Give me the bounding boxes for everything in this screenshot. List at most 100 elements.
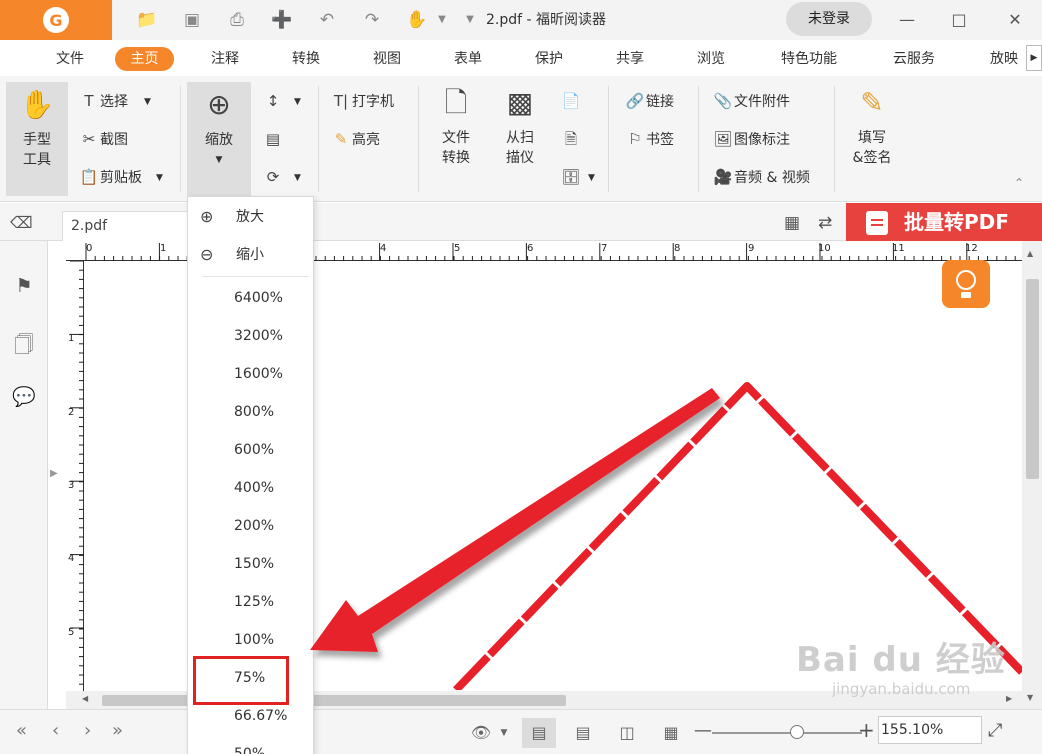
hand-cursor-icon[interactable]: ✋ <box>405 8 429 32</box>
fit-page-dropdown-icon[interactable]: ▼ <box>294 90 301 114</box>
menu-browse[interactable]: 浏览 <box>691 47 731 71</box>
file-attachment-button[interactable]: 📎 文件附件 <box>712 89 790 113</box>
combine-dropdown-icon[interactable]: ▼ <box>588 166 595 190</box>
zoom-option[interactable]: 50% <box>234 735 265 754</box>
zoom-button[interactable]: ⊕ 缩放 ▼ <box>187 88 251 170</box>
zoom-out-minus-icon[interactable]: — <box>694 720 712 741</box>
close-icon[interactable]: ✕ <box>1001 6 1029 34</box>
zoom-option[interactable]: 600% <box>234 431 274 469</box>
previous-page-icon[interactable]: ‹ <box>52 720 59 741</box>
screenshot-button[interactable]: ✂ 截图 <box>78 127 128 151</box>
facing-view-icon[interactable]: ◫ <box>610 718 644 748</box>
zoom-value-field[interactable]: 155.10% <box>878 716 982 744</box>
minimize-icon[interactable]: — <box>893 6 921 34</box>
select-dropdown-icon[interactable]: ▼ <box>144 90 151 114</box>
scroll-up-icon[interactable]: ▲ <box>1027 249 1033 258</box>
switch-icon[interactable]: ⇄ <box>818 213 832 233</box>
audio-video-button[interactable]: 🎥 音频 & 视频 <box>712 165 810 189</box>
rotate-button[interactable]: ⟳ ▼ <box>262 165 301 189</box>
blank-page-button[interactable]: 🗎 <box>560 127 582 151</box>
maximize-icon[interactable]: □ <box>945 6 973 34</box>
open-folder-icon[interactable]: 📁 <box>135 8 159 32</box>
single-page-view-icon[interactable]: ▤ <box>522 718 556 748</box>
menu-comment[interactable]: 注释 <box>205 47 245 71</box>
fullscreen-icon[interactable]: ⤢ <box>988 720 1002 741</box>
menu-home[interactable]: 主页 <box>115 47 174 71</box>
zoom-option[interactable]: 3200% <box>234 317 283 355</box>
read-mode-eye-icon[interactable]: 👁 <box>464 718 498 748</box>
app-logo[interactable]: G <box>0 0 112 40</box>
continuous-view-icon[interactable]: ▤ <box>566 718 600 748</box>
first-page-icon[interactable]: « <box>16 720 27 741</box>
combine-button[interactable]: 🗄 ▼ <box>560 165 595 190</box>
clipboard-button[interactable]: 📋 剪贴板 ▼ <box>78 165 163 189</box>
batch-convert-pdf-button[interactable]: 批量转PDF <box>846 203 1042 241</box>
redo-icon[interactable]: ↷ <box>360 8 384 32</box>
menu-view[interactable]: 视图 <box>367 47 407 71</box>
menu-protect[interactable]: 保护 <box>529 47 569 71</box>
zoom-option[interactable]: 6400% <box>234 279 283 317</box>
login-button[interactable]: 未登录 <box>786 2 872 36</box>
horizontal-scroll-thumb[interactable] <box>102 695 566 706</box>
menu-cloud[interactable]: 云服务 <box>888 47 940 71</box>
print-icon[interactable]: ⎙ <box>225 8 249 32</box>
select-label: 选择 <box>100 94 128 110</box>
undo-icon[interactable]: ↶ <box>315 8 339 32</box>
page-fit-button[interactable]: ↕ ▼ <box>262 89 301 113</box>
menu-share[interactable]: 共享 <box>610 47 650 71</box>
select-tool-button[interactable]: T 选择 ▼ <box>78 89 151 113</box>
next-page-icon[interactable]: › <box>84 720 91 741</box>
file-convert-button[interactable]: 🗋 文件 转换 <box>428 86 484 168</box>
clipboard-dropdown-icon[interactable]: ▼ <box>156 166 163 190</box>
collapse-ribbon-icon[interactable]: ⌃ <box>1014 176 1024 190</box>
zoom-in-icon: ⊕ <box>200 207 214 226</box>
bookmark-button[interactable]: ⚐ 书签 <box>624 127 674 151</box>
zoom-slider-knob[interactable] <box>790 725 804 739</box>
vertical-scroll-thumb[interactable] <box>1026 279 1039 479</box>
customize-toolbar-icon[interactable]: ▼ <box>458 8 482 32</box>
zoom-option[interactable]: 150% <box>234 545 274 583</box>
quick-access-dropdown-icon[interactable]: ▼ <box>430 8 454 32</box>
pdf-from-clipboard-button[interactable]: 📄 <box>560 89 582 113</box>
zoom-option[interactable]: 125% <box>234 583 274 621</box>
pages-panel-icon[interactable]: 🗍 <box>12 331 36 356</box>
bookmark-panel-icon[interactable]: ⚑ <box>12 275 36 299</box>
zoom-out-menu-item[interactable]: ⊖ 缩小 <box>188 237 313 273</box>
highlight-button[interactable]: ✎ 高亮 <box>330 127 380 151</box>
typewriter-button[interactable]: T| 打字机 <box>330 89 394 113</box>
zoom-in-menu-item[interactable]: ⊕ 放大 <box>188 199 313 235</box>
lightbulb-base <box>961 292 971 298</box>
grid-view-icon[interactable]: ▦ <box>784 213 800 233</box>
tip-lightbulb-button[interactable] <box>942 260 990 308</box>
menu-features[interactable]: 特色功能 <box>774 47 844 71</box>
hand-tool-button[interactable]: ✋ 手型 工具 <box>6 88 68 170</box>
zoom-slider-track[interactable] <box>712 732 862 734</box>
menu-form[interactable]: 表单 <box>448 47 488 71</box>
scroll-left-icon[interactable]: ◀ <box>82 694 88 703</box>
new-doc-icon[interactable]: ➕ <box>270 8 294 32</box>
zoom-option[interactable]: 1600% <box>234 355 283 393</box>
zoom-in-plus-icon[interactable]: + <box>858 718 875 742</box>
zoom-option[interactable]: 200% <box>234 507 274 545</box>
reflow-button[interactable]: ▤ <box>262 127 284 151</box>
menu-convert[interactable]: 转换 <box>286 47 326 71</box>
menu-file[interactable]: 文件 <box>50 47 90 71</box>
rotate-dropdown-icon[interactable]: ▼ <box>294 166 301 190</box>
comments-panel-icon[interactable]: 💬 <box>12 385 36 409</box>
zoom-option[interactable]: 800% <box>234 393 274 431</box>
menu-slideshow[interactable]: 放映 <box>984 47 1024 71</box>
last-page-icon[interactable]: » <box>112 720 123 741</box>
zoom-option[interactable]: 100% <box>234 621 274 659</box>
save-icon[interactable]: ▣ <box>180 8 204 32</box>
continuous-facing-view-icon[interactable]: ▦ <box>654 718 688 748</box>
expand-panel-icon[interactable]: ▶ <box>50 468 58 479</box>
fill-sign-button[interactable]: ✎ 填写 &签名 <box>844 86 900 168</box>
from-scanner-button[interactable]: ▩ 从扫 描仪 <box>492 86 548 168</box>
zoom-option[interactable]: 400% <box>234 469 274 507</box>
menu-scroll-right-icon[interactable]: ▶ <box>1026 45 1042 71</box>
image-annotation-button[interactable]: 🖼图像标注 <box>712 127 790 151</box>
document-tab[interactable]: 2.pdf <box>62 211 188 241</box>
read-mode-dropdown-icon[interactable]: ▼ <box>494 718 514 748</box>
link-button[interactable]: 🔗 链接 <box>624 89 674 113</box>
eraser-icon[interactable]: ⌫ <box>10 213 33 232</box>
